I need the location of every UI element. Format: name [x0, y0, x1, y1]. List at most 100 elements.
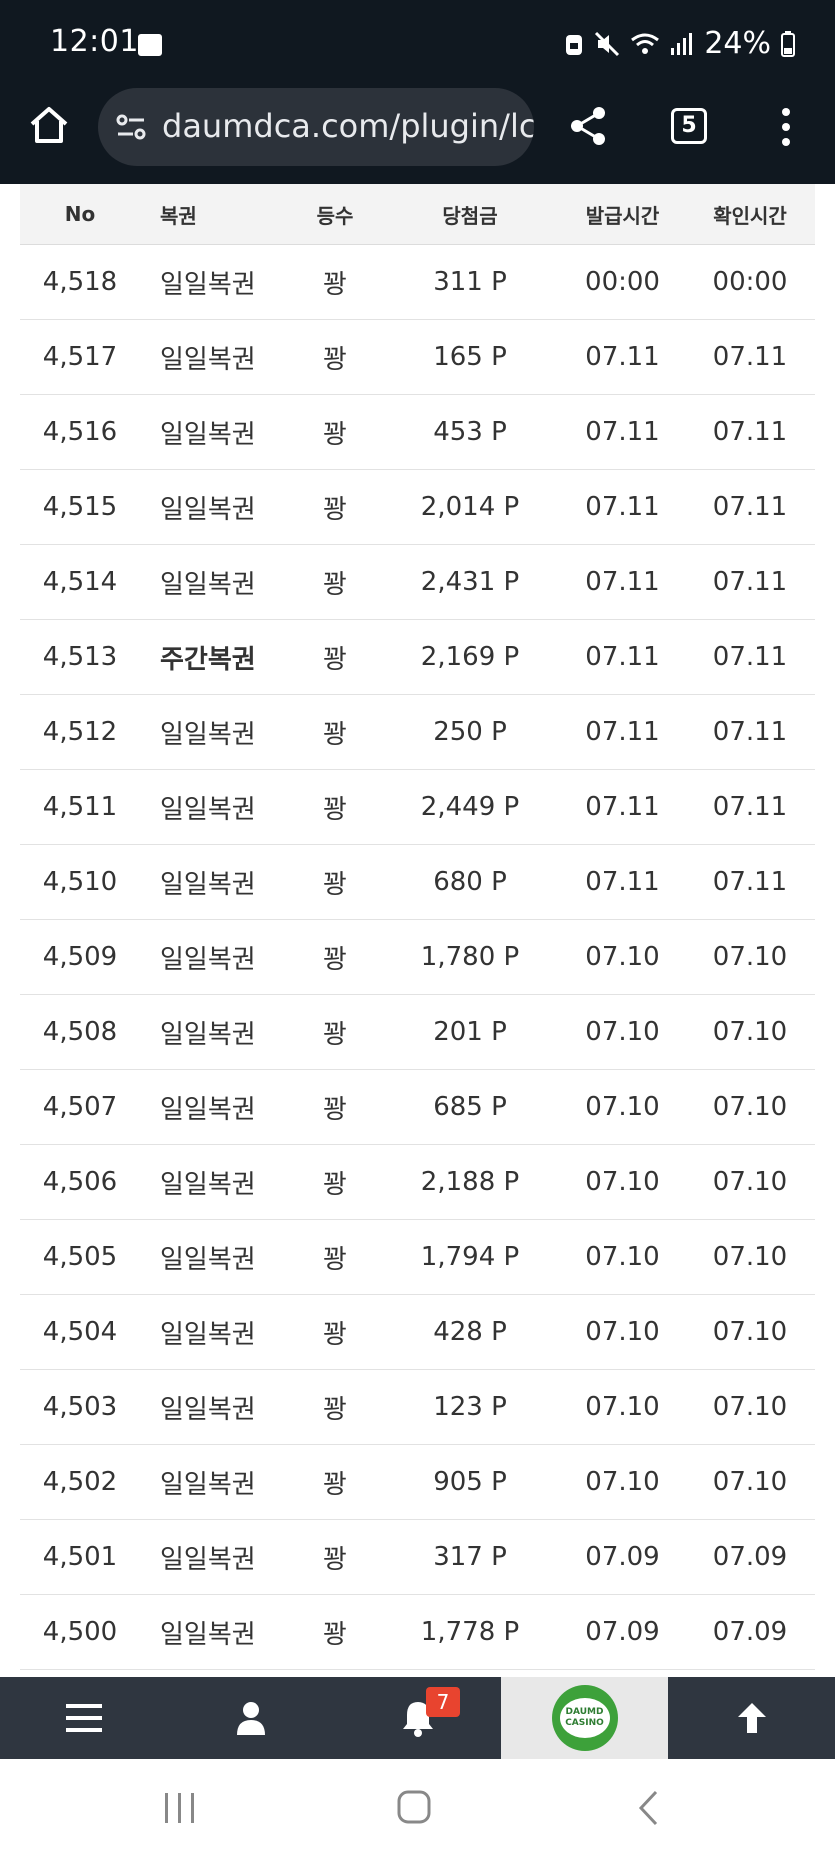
- cell-rank: 꽝: [323, 794, 347, 825]
- address-bar[interactable]: daumdca.com/plugin/lc: [98, 88, 534, 166]
- back-icon[interactable]: [636, 1789, 660, 1827]
- header-no: No: [64, 202, 96, 226]
- cell-issue-time: 07.09: [585, 1542, 660, 1572]
- site-settings-icon[interactable]: [114, 110, 148, 144]
- cell-rank: 꽝: [323, 1469, 347, 1500]
- notification-badge: 7: [426, 1687, 460, 1717]
- cell-name: 일일복권: [160, 869, 256, 900]
- table-row: 4,507 일일복권 꽝 685 P 07.10 07.10: [20, 1070, 815, 1145]
- cell-name: 일일복권: [160, 1394, 256, 1425]
- home-logo-button[interactable]: DAUMD CASINO: [501, 1677, 668, 1759]
- cell-check-time: 07.11: [712, 567, 788, 597]
- cell-prize: 2,431 P: [420, 567, 520, 597]
- cell-name: 일일복권: [160, 1319, 256, 1350]
- cell-issue-time: 07.10: [585, 1317, 660, 1347]
- table-row: 4,510 일일복권 꽝 680 P 07.11 07.11: [20, 845, 815, 920]
- cell-issue-time: 07.10: [585, 942, 660, 972]
- cell-name: 일일복권: [160, 344, 256, 375]
- cell-rank: 꽝: [323, 1394, 347, 1425]
- status-time: 12:01: [50, 24, 139, 59]
- cell-check-time: 07.10: [712, 1392, 788, 1422]
- user-button[interactable]: [167, 1677, 334, 1759]
- cell-no: 4,506: [42, 1167, 118, 1197]
- recent-apps-icon[interactable]: [160, 1791, 200, 1825]
- cell-issue-time: 07.09: [585, 1617, 660, 1647]
- cell-prize: 1,780 P: [420, 942, 520, 972]
- notification-button[interactable]: 7: [334, 1677, 501, 1759]
- battery-icon: [781, 30, 795, 57]
- cell-rank: 꽝: [323, 944, 347, 975]
- cell-no: 4,509: [42, 942, 118, 972]
- cell-no: 4,516: [42, 417, 118, 447]
- cell-check-time: 07.10: [712, 1092, 788, 1122]
- cell-issue-time: 07.10: [585, 1017, 660, 1047]
- cell-no: 4,505: [42, 1242, 118, 1272]
- cell-name: 일일복권: [160, 1544, 256, 1575]
- cell-issue-time: 00:00: [585, 267, 660, 297]
- cell-no: 4,514: [42, 567, 118, 597]
- cell-prize: 311 P: [433, 267, 507, 297]
- cell-check-time: 07.11: [712, 792, 788, 822]
- cell-name: 일일복권: [160, 419, 256, 450]
- table-row: 4,505 일일복권 꽝 1,794 P 07.10 07.10: [20, 1220, 815, 1295]
- cell-no: 4,500: [42, 1617, 118, 1647]
- cell-name: 일일복권: [160, 1469, 256, 1500]
- cell-no: 4,513: [42, 642, 118, 672]
- cell-prize: 680 P: [433, 867, 507, 897]
- cell-issue-time: 07.10: [585, 1392, 660, 1422]
- cell-issue-time: 07.10: [585, 1167, 660, 1197]
- table-body: 4,518 일일복권 꽝 311 P 00:00 00:00 4,517 일일복…: [20, 245, 815, 1670]
- share-icon[interactable]: [566, 104, 610, 148]
- cell-no: 4,503: [42, 1392, 118, 1422]
- cell-issue-time: 07.11: [585, 717, 660, 747]
- cell-rank: 꽝: [323, 1019, 347, 1050]
- more-menu-icon[interactable]: [780, 106, 792, 148]
- system-nav-bar: [0, 1759, 835, 1856]
- arrow-up-icon: [737, 1703, 766, 1733]
- cell-rank: 꽝: [323, 1244, 347, 1275]
- cell-name: 일일복권: [160, 269, 256, 300]
- cell-check-time: 07.09: [712, 1542, 788, 1572]
- cell-prize: 905 P: [433, 1467, 507, 1497]
- table-header: No 복권 등수 당첨금 발급시간 확인시간: [20, 184, 815, 245]
- cell-prize: 250 P: [433, 717, 507, 747]
- cell-name: 일일복권: [160, 1169, 256, 1200]
- battery-percent: 24%: [704, 26, 771, 61]
- header-name: 복권: [160, 203, 197, 228]
- signal-icon: [671, 32, 693, 55]
- table-row: 4,514 일일복권 꽝 2,431 P 07.11 07.11: [20, 545, 815, 620]
- cell-prize: 453 P: [433, 417, 507, 447]
- cell-rank: 꽝: [323, 1544, 347, 1575]
- cell-check-time: 07.09: [712, 1617, 788, 1647]
- cell-issue-time: 07.11: [585, 342, 660, 372]
- cell-name: 일일복권: [160, 719, 256, 750]
- photo-icon: [138, 34, 162, 56]
- home-icon[interactable]: [28, 104, 70, 146]
- table-row: 4,512 일일복권 꽝 250 P 07.11 07.11: [20, 695, 815, 770]
- menu-button[interactable]: [0, 1677, 167, 1759]
- url-text[interactable]: daumdca.com/plugin/lc: [162, 107, 534, 145]
- system-home-icon[interactable]: [396, 1789, 432, 1825]
- cell-name: 일일복권: [160, 1094, 256, 1125]
- user-icon: [236, 1702, 265, 1735]
- cell-prize: 317 P: [433, 1542, 507, 1572]
- cell-no: 4,511: [42, 792, 118, 822]
- cell-check-time: 07.11: [712, 417, 788, 447]
- menu-icon: [65, 1704, 102, 1732]
- cell-name: 일일복권: [160, 1619, 256, 1650]
- status-bar: 12:01 24%: [0, 0, 835, 88]
- cell-prize: 2,449 P: [420, 792, 520, 822]
- cell-prize: 2,169 P: [420, 642, 520, 672]
- cell-rank: 꽝: [323, 1094, 347, 1125]
- table-row: 4,500 일일복권 꽝 1,778 P 07.09 07.09: [20, 1595, 815, 1670]
- cell-rank: 꽝: [323, 719, 347, 750]
- cell-rank: 꽝: [323, 1319, 347, 1350]
- cell-name: 일일복권: [160, 1019, 256, 1050]
- cell-rank: 꽝: [323, 1169, 347, 1200]
- cell-prize: 2,014 P: [420, 492, 520, 522]
- scroll-top-button[interactable]: [668, 1677, 835, 1759]
- daumd-casino-logo: DAUMD CASINO: [551, 1685, 618, 1751]
- tabs-count-button[interactable]: 5: [671, 108, 707, 144]
- table-row: 4,518 일일복권 꽝 311 P 00:00 00:00: [20, 245, 815, 320]
- cell-prize: 685 P: [433, 1092, 507, 1122]
